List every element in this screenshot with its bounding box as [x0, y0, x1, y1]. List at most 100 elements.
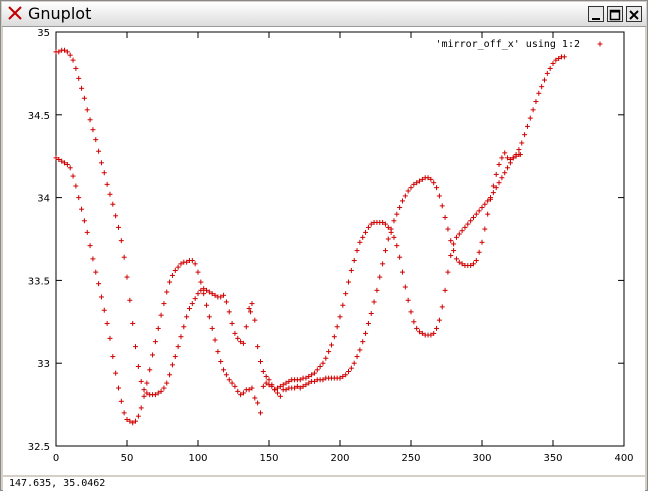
data-point	[357, 239, 363, 245]
data-point	[218, 359, 224, 365]
data-point	[113, 370, 119, 376]
data-point	[124, 274, 130, 280]
data-point	[263, 373, 269, 379]
data-point	[388, 229, 394, 235]
cursor-coordinates: 147.635, 35.0462	[9, 478, 106, 489]
data-point	[448, 253, 454, 259]
y-tick-label: 34.5	[28, 111, 50, 122]
data-point	[175, 344, 181, 350]
data-point	[167, 372, 173, 378]
data-point	[490, 190, 496, 196]
data-point	[445, 269, 451, 275]
data-point	[348, 365, 354, 371]
data-point	[507, 160, 513, 166]
data-point	[115, 385, 121, 391]
data-point	[476, 208, 482, 214]
data-point	[212, 337, 218, 343]
data-point	[84, 229, 90, 235]
data-point	[360, 234, 366, 240]
data-point	[439, 304, 445, 310]
data-point	[110, 354, 116, 360]
x-tick-label: 200	[330, 453, 349, 464]
data-point	[121, 254, 127, 260]
data-point	[459, 228, 465, 234]
data-point	[496, 180, 502, 186]
data-point	[516, 147, 522, 153]
data-point	[67, 52, 73, 58]
data-point	[340, 302, 346, 308]
data-point	[81, 218, 87, 224]
data-point	[436, 317, 442, 323]
data-point	[434, 325, 440, 331]
scatter-chart[interactable]: 0 50 100 150 200 250 300 350 400 32.5 33 33.5 34 34.5…	[3, 27, 645, 475]
data-point	[431, 180, 437, 186]
data-point	[277, 393, 283, 399]
y-tick-label: 34	[37, 194, 50, 205]
data-point	[155, 325, 161, 331]
y-tick-label: 35	[37, 28, 50, 39]
data-point	[172, 354, 178, 360]
data-point	[266, 377, 272, 383]
data-point	[252, 395, 258, 401]
data-point	[499, 155, 505, 161]
y-tick-label: 32.5	[28, 442, 50, 453]
data-point	[524, 123, 530, 129]
data-point	[189, 258, 195, 264]
data-point	[87, 243, 93, 249]
data-point	[223, 372, 229, 378]
plot-area[interactable]: 0 50 100 150 200 250 300 350 400 32.5 33 33.5 34 34.5…	[3, 27, 645, 475]
legend-label: 'mirror_off_x' using 1:2	[436, 39, 581, 50]
data-point	[397, 254, 403, 260]
data-point	[456, 231, 462, 237]
data-point	[465, 221, 471, 227]
data-point	[184, 314, 190, 320]
data-point	[226, 309, 232, 315]
data-point	[141, 387, 147, 393]
data-point	[127, 297, 133, 303]
data-point	[357, 347, 363, 353]
close-button[interactable]	[626, 6, 642, 22]
data-point	[405, 297, 411, 303]
data-point	[87, 117, 93, 123]
maximize-button[interactable]	[607, 6, 623, 22]
data-point	[402, 193, 408, 199]
data-point	[135, 364, 141, 370]
minimize-button[interactable]	[588, 6, 604, 22]
data-point	[79, 85, 85, 91]
data-point	[107, 335, 113, 341]
x-tick-label: 150	[259, 453, 278, 464]
data-point	[470, 214, 476, 220]
data-point	[547, 65, 553, 71]
maximize-icon	[609, 9, 621, 21]
data-point	[544, 70, 550, 76]
data-point	[232, 383, 238, 389]
data-point	[394, 243, 400, 249]
data-point	[98, 294, 104, 300]
data-point	[221, 367, 227, 373]
data-point	[98, 160, 104, 166]
data-point	[169, 362, 175, 368]
data-point	[502, 170, 508, 176]
data-point	[485, 211, 491, 217]
data-point	[451, 241, 457, 247]
data-point	[255, 400, 261, 406]
data-point	[519, 140, 525, 146]
data-point	[255, 344, 261, 350]
data-point	[104, 181, 110, 187]
data-point	[260, 383, 266, 389]
data-point	[348, 267, 354, 273]
title-bar[interactable]: Gnuplot	[2, 2, 646, 27]
data-point	[226, 377, 232, 383]
data-point	[360, 339, 366, 345]
data-point	[337, 314, 343, 320]
data-point	[453, 256, 459, 262]
data-point	[232, 330, 238, 336]
data-point	[96, 281, 102, 287]
data-point	[172, 267, 178, 273]
data-point	[476, 249, 482, 255]
data-point	[181, 324, 187, 330]
data-point	[385, 236, 391, 242]
data-point	[161, 385, 167, 391]
data-point	[482, 201, 488, 207]
data-point	[229, 380, 235, 386]
